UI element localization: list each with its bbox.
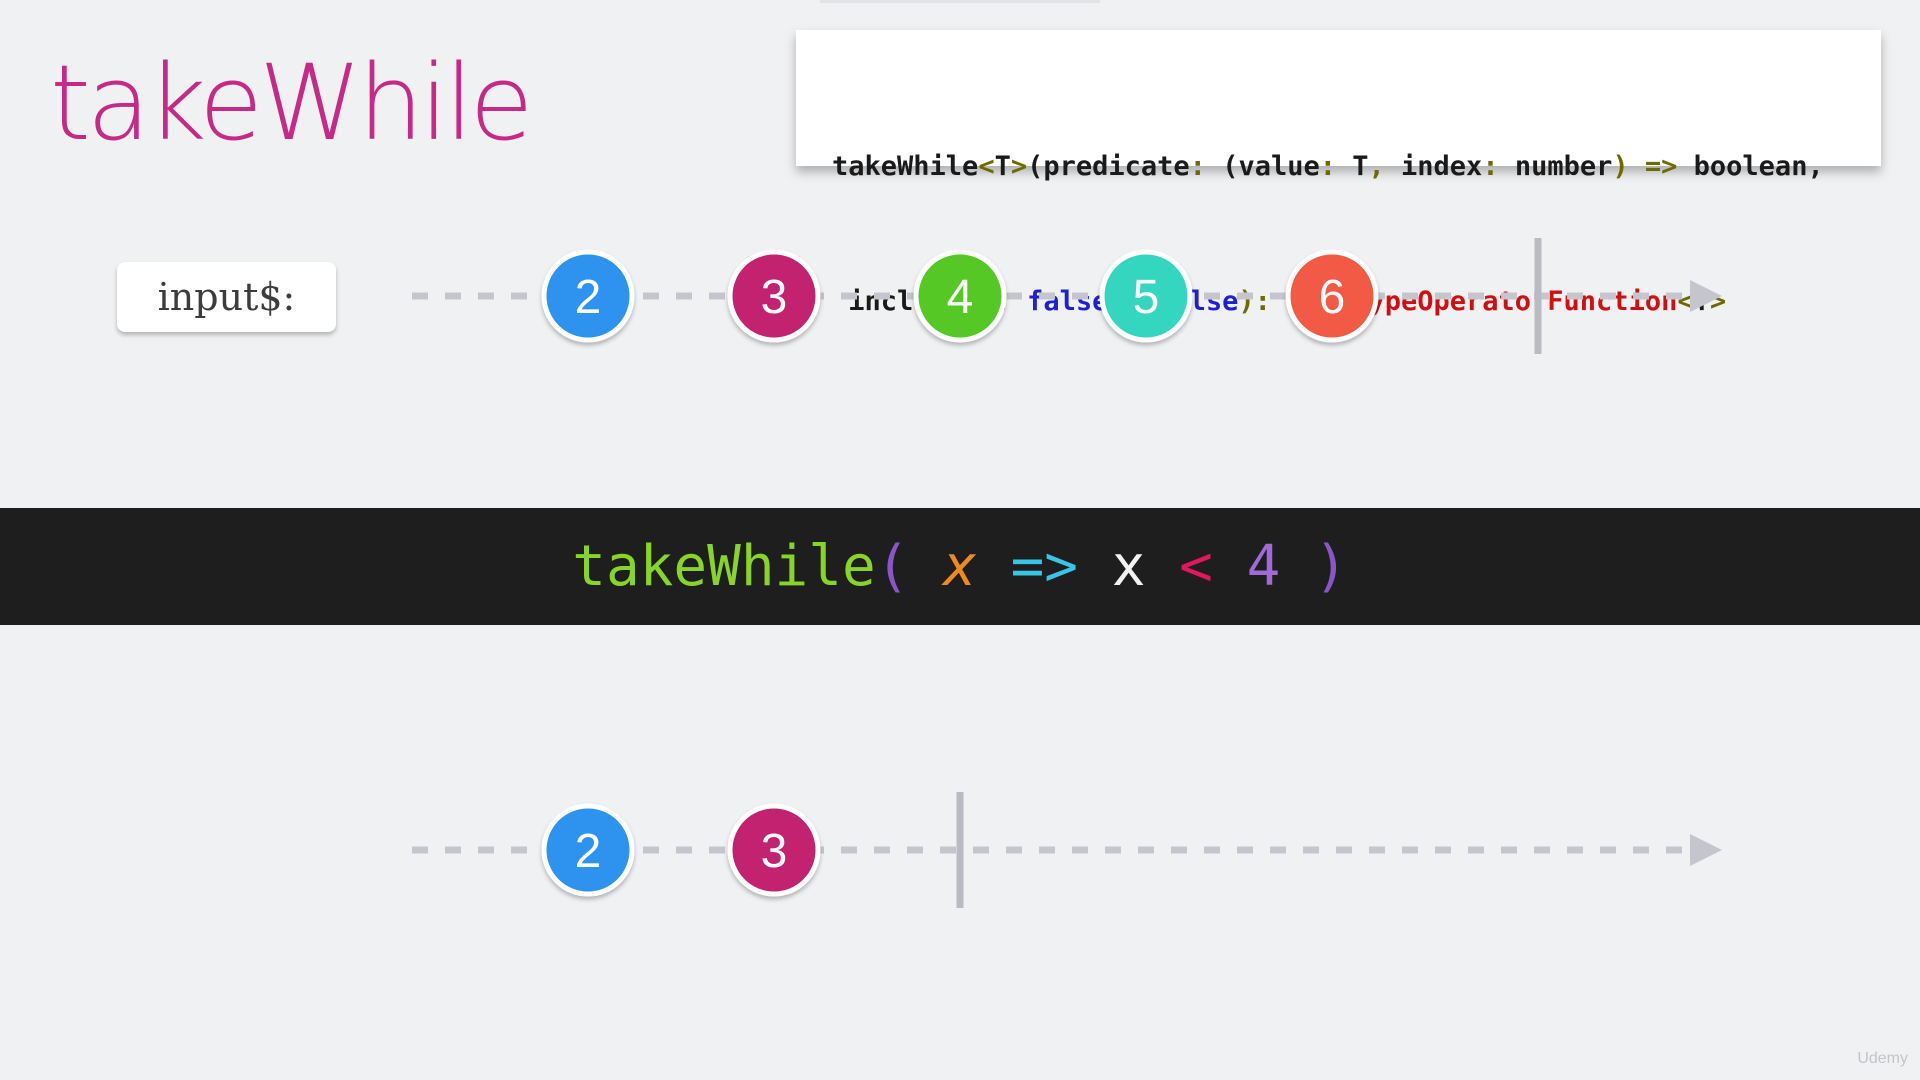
input-marble-label: 2 xyxy=(575,271,602,324)
output-marble-label: 2 xyxy=(575,825,602,878)
input-marble-label: 4 xyxy=(947,271,974,324)
operator-comparison: < xyxy=(1179,534,1213,599)
operator-open-paren: ( xyxy=(875,534,910,599)
input-marble: 6 xyxy=(1285,249,1379,343)
operator-name: takeWhile xyxy=(572,534,876,599)
input-marble: 4 xyxy=(913,249,1007,343)
input-marble: 2 xyxy=(541,249,635,343)
input-marble: 5 xyxy=(1099,249,1193,343)
operator-band: takeWhile( x => x < 4 ) xyxy=(0,508,1920,625)
output-marble: 3 xyxy=(727,803,821,897)
input-arrowhead xyxy=(1690,280,1722,312)
output-marble: 2 xyxy=(541,803,635,897)
slide: takeWhile takeWhile<T>(predicate: (value… xyxy=(0,0,1920,1080)
input-marble-label: 5 xyxy=(1133,271,1160,324)
input-marble: 3 xyxy=(727,249,821,343)
operator-number: 4 xyxy=(1246,534,1281,599)
input-marble-label: 3 xyxy=(761,271,788,324)
output-timeline: 23 xyxy=(412,792,1722,908)
operator-var: x xyxy=(1111,534,1146,599)
output-marble-label: 3 xyxy=(761,825,788,878)
operator-arrow: => xyxy=(1010,534,1078,599)
operator-param: x xyxy=(943,534,977,599)
operator-close-paren: ) xyxy=(1314,534,1348,599)
output-arrowhead xyxy=(1690,834,1722,866)
input-timeline: 2 3 4 5 6 xyxy=(412,238,1722,354)
input-marble-label: 6 xyxy=(1319,271,1346,324)
udemy-watermark: Udemy xyxy=(1857,1050,1908,1067)
